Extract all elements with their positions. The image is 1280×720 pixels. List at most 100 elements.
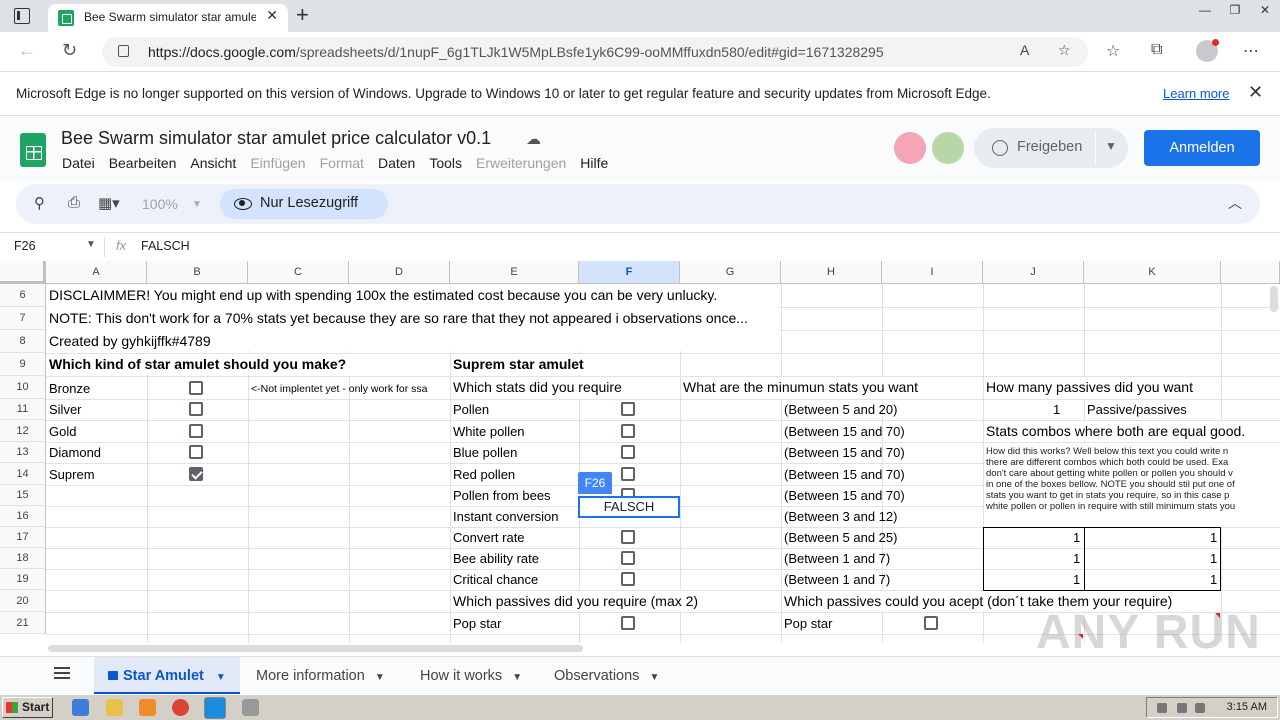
menu-hilfe[interactable]: Hilfe xyxy=(580,155,608,171)
column-header-j[interactable]: J xyxy=(983,261,1084,284)
collapse-toolbar-icon[interactable]: ︿ xyxy=(1228,193,1242,213)
sheet-tab-observations[interactable]: Observations ▼ xyxy=(554,657,659,695)
cell-h14[interactable]: (Between 15 and 70) xyxy=(781,465,905,485)
column-header-e[interactable]: E xyxy=(450,261,579,284)
checkbox-f11[interactable] xyxy=(621,402,635,416)
row-header[interactable]: 18 xyxy=(0,548,46,569)
name-box[interactable]: F26 xyxy=(14,239,36,253)
checkbox-f12[interactable] xyxy=(621,424,635,438)
media-player-icon[interactable] xyxy=(139,699,156,716)
checkbox-b11[interactable] xyxy=(189,402,203,416)
share-dropdown-icon[interactable]: ▼ xyxy=(1105,139,1117,153)
column-header-l[interactable] xyxy=(1221,261,1280,284)
row-header[interactable]: 6 xyxy=(0,284,46,307)
row-header[interactable]: 9 xyxy=(0,353,46,376)
cell-e19[interactable]: Critical chance xyxy=(450,570,538,590)
column-header-g[interactable]: G xyxy=(680,261,781,284)
checkbox-f17[interactable] xyxy=(621,530,635,544)
column-header-f[interactable]: F xyxy=(579,261,680,284)
column-header-i[interactable]: I xyxy=(882,261,983,284)
checkbox-b13[interactable] xyxy=(189,445,203,459)
row-header[interactable]: 7 xyxy=(0,307,46,330)
column-header-d[interactable]: D xyxy=(349,261,450,284)
favorite-add-icon[interactable]: ☆ xyxy=(1058,42,1071,59)
cell-a14[interactable]: Suprem xyxy=(46,465,95,485)
cell-e12[interactable]: White pollen xyxy=(450,422,525,442)
viewer-avatar[interactable] xyxy=(932,132,964,164)
cell-j11[interactable]: 1 xyxy=(1050,400,1060,420)
explorer-icon[interactable] xyxy=(106,699,123,716)
search-menus-icon[interactable]: ⚲ xyxy=(34,194,45,212)
all-sheets-menu-icon[interactable] xyxy=(54,667,70,679)
checkbox-b10[interactable] xyxy=(189,381,203,395)
menu-ansicht[interactable]: Ansicht xyxy=(190,155,236,171)
tray-icon[interactable] xyxy=(1157,703,1167,713)
back-icon[interactable]: ← xyxy=(18,40,36,61)
cell-h13[interactable]: (Between 15 and 70) xyxy=(781,443,905,463)
close-window-icon[interactable]: ✕ xyxy=(1250,0,1280,32)
cell-h15[interactable]: (Between 15 and 70) xyxy=(781,486,905,506)
cell-e9[interactable]: Suprem star amulet xyxy=(450,354,584,374)
column-header-k[interactable]: K xyxy=(1084,261,1221,284)
ie-icon[interactable] xyxy=(72,699,89,716)
spreadsheet-grid[interactable]: A B C D E F G H I J K 6 7 8 9 10 11 12 1… xyxy=(0,261,1280,643)
checkbox-f18[interactable] xyxy=(621,551,635,565)
signin-button[interactable]: Anmelden xyxy=(1144,130,1260,166)
row-header[interactable]: 10 xyxy=(0,376,46,399)
cell-a6[interactable]: DISCLAIMMER! You might end up with spend… xyxy=(46,285,717,305)
read-only-badge[interactable]: Nur Lesezugriff xyxy=(220,189,388,219)
row-header[interactable]: 19 xyxy=(0,569,46,590)
menu-datei[interactable]: Datei xyxy=(62,155,95,171)
cell-c10[interactable]: <-Not implentet yet - only work for ssa xyxy=(248,379,428,399)
select-all-corner[interactable] xyxy=(0,261,46,284)
checkbox-f19[interactable] xyxy=(621,572,635,586)
tab-actions-icon[interactable] xyxy=(14,8,30,24)
flag-icon[interactable] xyxy=(1195,703,1205,713)
cell-h17[interactable]: (Between 5 and 25) xyxy=(781,528,897,548)
viewer-avatar[interactable] xyxy=(894,132,926,164)
checkbox-i21[interactable] xyxy=(924,616,938,630)
checkbox-f13[interactable] xyxy=(621,445,635,459)
cloud-status-icon[interactable]: ☁ xyxy=(526,130,541,148)
address-bar[interactable]: https://docs.google.com/spreadsheets/d/1… xyxy=(102,37,1088,67)
howto-text-block[interactable]: How did this works? Well below this text… xyxy=(984,443,1280,527)
close-infobar-icon[interactable]: ✕ xyxy=(1248,82,1263,103)
menu-bearbeiten[interactable]: Bearbeiten xyxy=(109,155,177,171)
row-header[interactable]: 20 xyxy=(0,590,46,612)
cell-a10[interactable]: Bronze xyxy=(46,379,90,399)
cell-e11[interactable]: Pollen xyxy=(450,400,489,420)
new-tab-icon[interactable]: + xyxy=(296,3,309,27)
row-header[interactable]: 17 xyxy=(0,527,46,548)
favorites-icon[interactable]: ☆ xyxy=(1106,41,1120,61)
column-header-c[interactable]: C xyxy=(248,261,349,284)
name-box-dropdown-icon[interactable]: ▼ xyxy=(86,239,96,250)
cell-h19[interactable]: (Between 1 and 7) xyxy=(781,570,890,590)
profile-avatar[interactable] xyxy=(1196,39,1219,62)
print-icon[interactable]: ⎙ xyxy=(68,194,80,211)
checkbox-f21[interactable] xyxy=(621,616,635,630)
restore-icon[interactable]: ❐ xyxy=(1220,0,1250,32)
column-header-b[interactable]: B xyxy=(147,261,248,284)
cell-a8[interactable]: Created by gyhkijffk#4789 xyxy=(46,331,211,351)
column-header-a[interactable]: A xyxy=(46,261,147,284)
more-menu-icon[interactable]: ⋯ xyxy=(1243,41,1259,61)
network-icon[interactable] xyxy=(1177,703,1187,713)
collections-icon[interactable]: ⧉ xyxy=(1151,41,1162,59)
formula-input[interactable]: FALSCH xyxy=(141,239,190,253)
row-header[interactable]: 15 xyxy=(0,485,46,506)
selected-cell[interactable]: FALSCH xyxy=(578,496,680,518)
row-header[interactable]: 8 xyxy=(0,330,46,353)
cell-g10[interactable]: What are the minumun stats you want xyxy=(680,377,918,397)
learn-more-link[interactable]: Learn more xyxy=(1163,86,1229,101)
read-aloud-icon[interactable]: A xyxy=(1020,42,1029,58)
cell-j10[interactable]: How many passives did you want xyxy=(983,377,1193,397)
cell-a9[interactable]: Which kind of star amulet should you mak… xyxy=(46,354,346,374)
cell-e14[interactable]: Red pollen xyxy=(450,465,515,485)
sheet-tab-how-it-works[interactable]: How it works ▼ xyxy=(420,657,522,695)
checkbox-b12[interactable] xyxy=(189,424,203,438)
minimize-icon[interactable]: — xyxy=(1190,0,1220,32)
row-header[interactable]: 11 xyxy=(0,399,46,420)
share-button[interactable]: Freigeben ▼ xyxy=(974,128,1128,168)
cell-e10[interactable]: Which stats did you require xyxy=(450,377,622,397)
cell-k11[interactable]: Passive/passives xyxy=(1084,400,1187,420)
